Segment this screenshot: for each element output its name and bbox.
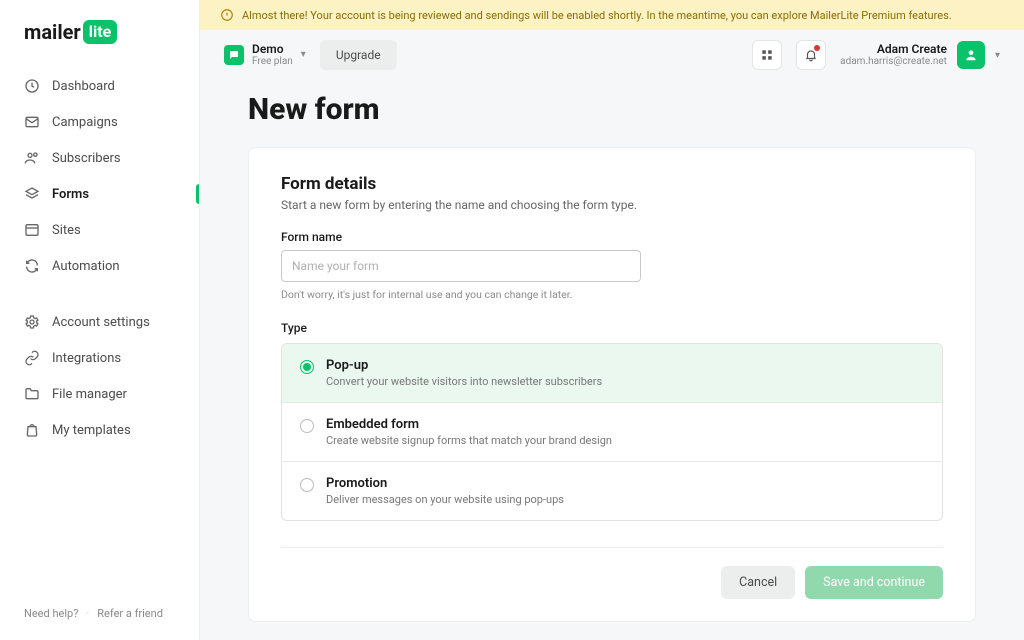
notifications-button[interactable] [796, 40, 826, 70]
avatar [957, 41, 985, 69]
topbar: Demo Free plan ▾ Upgrade Adam Create ad [200, 30, 1024, 80]
gear-icon [24, 314, 40, 330]
help-link[interactable]: Need help? [24, 607, 78, 620]
type-option-promotion[interactable]: Promotion Deliver messages on your websi… [282, 461, 942, 520]
review-banner: Almost there! Your account is being revi… [200, 0, 1024, 30]
sidebar-item-file-manager[interactable]: File manager [0, 376, 199, 412]
option-desc: Create website signup forms that match y… [326, 434, 612, 447]
logo-suffix: lite [83, 20, 118, 43]
form-name-label: Form name [281, 230, 943, 244]
option-title: Pop-up [326, 358, 602, 373]
form-name-input[interactable] [281, 250, 641, 282]
type-option-popup[interactable]: Pop-up Convert your website visitors int… [281, 343, 943, 403]
sidebar-item-automation[interactable]: Automation [0, 248, 199, 284]
layers-icon [24, 186, 40, 202]
section-title: Form details [281, 174, 943, 194]
save-continue-button[interactable]: Save and continue [805, 566, 943, 599]
users-icon [24, 150, 40, 166]
logo-text: mailer [24, 20, 81, 44]
sidebar-item-label: Campaigns [52, 115, 118, 130]
upgrade-button[interactable]: Upgrade [320, 40, 397, 70]
refresh-icon [24, 258, 40, 274]
sidebar-item-label: Account settings [52, 315, 150, 330]
account-plan: Free plan [252, 56, 293, 68]
sidebar-item-integrations[interactable]: Integrations [0, 340, 199, 376]
notification-dot [814, 45, 820, 51]
sidebar-item-label: Integrations [52, 351, 121, 366]
chevron-down-icon: ▾ [995, 50, 1000, 61]
form-details-card: Form details Start a new form by enterin… [248, 147, 976, 622]
sidebar-item-subscribers[interactable]: Subscribers [0, 140, 199, 176]
sidebar-item-my-templates[interactable]: My templates [0, 412, 199, 448]
info-icon [220, 8, 234, 22]
separator-dot: · [86, 607, 89, 620]
sidebar-item-label: Forms [52, 187, 89, 202]
bag-icon [24, 422, 40, 438]
sidebar-item-label: My templates [52, 423, 131, 438]
sidebar-item-label: Automation [52, 259, 120, 274]
grid-icon [760, 48, 774, 62]
account-name: Demo [252, 42, 293, 56]
sidebar-item-dashboard[interactable]: Dashboard [0, 68, 199, 104]
option-desc: Convert your website visitors into newsl… [326, 375, 602, 388]
form-actions: Cancel Save and continue [281, 547, 943, 599]
radio-icon [300, 419, 314, 433]
option-desc: Deliver messages on your website using p… [326, 493, 564, 506]
banner-text: Almost there! Your account is being revi… [242, 9, 952, 22]
sidebar: mailerlite Dashboard Campaigns Subscribe… [0, 0, 200, 640]
sidebar-item-forms[interactable]: Forms [0, 176, 199, 212]
sidebar-item-campaigns[interactable]: Campaigns [0, 104, 199, 140]
sidebar-item-label: Dashboard [52, 79, 115, 94]
clock-icon [24, 78, 40, 94]
radio-icon [300, 360, 314, 374]
form-name-hint: Don't worry, it's just for internal use … [281, 288, 943, 301]
user-menu[interactable]: Adam Create adam.harris@create.net ▾ [840, 41, 1000, 69]
chat-icon [224, 45, 244, 65]
sidebar-item-sites[interactable]: Sites [0, 212, 199, 248]
envelope-icon [24, 114, 40, 130]
refer-link[interactable]: Refer a friend [97, 607, 163, 620]
account-switcher[interactable]: Demo Free plan ▾ [224, 42, 306, 68]
section-subtitle: Start a new form by entering the name an… [281, 198, 943, 212]
main: Almost there! Your account is being revi… [200, 0, 1024, 640]
type-options: Pop-up Convert your website visitors int… [281, 343, 943, 521]
logo: mailerlite [0, 20, 199, 68]
type-option-embedded[interactable]: Embedded form Create website signup form… [282, 402, 942, 461]
apps-button[interactable] [752, 40, 782, 70]
sidebar-item-account-settings[interactable]: Account settings [0, 304, 199, 340]
type-label: Type [281, 321, 943, 335]
sidebar-footer: Need help? · Refer a friend [0, 607, 199, 620]
option-title: Embedded form [326, 417, 612, 432]
sidebar-item-label: File manager [52, 387, 127, 402]
sidebar-item-label: Sites [52, 223, 81, 238]
user-email: adam.harris@create.net [840, 56, 947, 68]
primary-nav: Dashboard Campaigns Subscribers Forms Si… [0, 68, 199, 607]
sidebar-item-label: Subscribers [52, 151, 121, 166]
cancel-button[interactable]: Cancel [721, 566, 795, 599]
folder-icon [24, 386, 40, 402]
user-name: Adam Create [840, 42, 947, 56]
option-title: Promotion [326, 476, 564, 491]
chevron-down-icon: ▾ [301, 49, 306, 60]
page-content: New form Form details Start a new form b… [200, 80, 1024, 640]
link-icon [24, 350, 40, 366]
browser-icon [24, 222, 40, 238]
page-title: New form [248, 92, 976, 127]
radio-icon [300, 478, 314, 492]
